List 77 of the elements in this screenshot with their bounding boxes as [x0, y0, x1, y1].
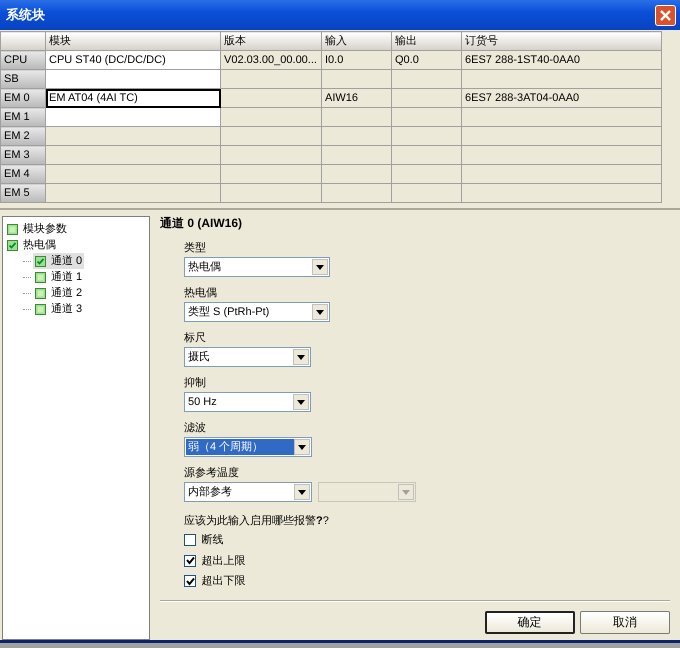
caret-icon [316, 264, 324, 270]
column-header: 版本 [220, 32, 322, 50]
table-cell [322, 126, 392, 146]
field-label: 源参考温度 [184, 466, 240, 480]
column-header: 模块 [46, 32, 220, 50]
row-header: CPU [0, 50, 46, 70]
table-cell[interactable]: CPU ST40 (DC/DC/DC) [46, 50, 220, 70]
window-title: 系统块 [6, 6, 45, 24]
caret-icon [297, 354, 305, 360]
table-cell[interactable] [46, 108, 220, 126]
table-cell[interactable] [46, 146, 220, 164]
dropdown[interactable]: 类型 S (PtRh-Pt) [184, 302, 330, 322]
tree-item[interactable]: 通道 3 [33, 301, 84, 317]
row-header: EM 3 [0, 146, 46, 164]
table-cell: AIW16 [322, 88, 392, 108]
dropdown[interactable]: 内部参考 [184, 482, 312, 502]
table-cell [322, 184, 392, 202]
field-label: 抑制 [184, 376, 207, 390]
table-cell[interactable] [46, 70, 220, 88]
table-cell: Q0.0 [392, 50, 462, 70]
tree-item[interactable]: 通道 2 [33, 285, 84, 301]
table-cell[interactable] [46, 184, 220, 202]
row-header: EM 1 [0, 108, 46, 126]
checkbox[interactable]: 断线 [184, 532, 224, 548]
dropdown[interactable]: 50 Hz [184, 392, 311, 412]
row-header: EM 4 [0, 164, 46, 184]
column-header: 输入 [322, 32, 392, 50]
table-cell [322, 70, 392, 88]
field-label: 类型 [184, 241, 207, 255]
table-cell [392, 126, 462, 146]
table-cell: V02.03.00_00.00... [220, 50, 322, 70]
checkbox[interactable]: 超出上限 [184, 552, 246, 569]
column-header: 输出 [392, 32, 462, 50]
dropdown[interactable]: 热电偶 [184, 257, 330, 277]
tree-item[interactable]: 模块参数 [5, 221, 69, 237]
row-header: EM 0 [0, 88, 46, 108]
tree-item[interactable]: 通道 0 [33, 253, 84, 269]
table-cell [392, 164, 462, 184]
table-cell[interactable] [46, 164, 220, 184]
checkmark-icon [186, 556, 194, 566]
section-heading: 通道 0 (AIW16) [160, 215, 244, 232]
table-cell[interactable]: EM AT04 (4AI TC) [46, 88, 220, 108]
table-cell [392, 70, 462, 88]
dropdown[interactable]: 摄氏 [184, 347, 311, 367]
table-cell [392, 88, 462, 108]
field-label: 标尺 [184, 331, 207, 345]
table-cell [322, 108, 392, 126]
tree-item[interactable]: 热电偶 [5, 237, 58, 253]
caret-icon [298, 444, 306, 450]
column-header: 订货号 [462, 32, 662, 50]
table-cell [392, 184, 462, 202]
button[interactable]: 取消 [580, 610, 670, 634]
table-cell: I0.0 [322, 50, 392, 70]
row-header: EM 5 [0, 184, 46, 202]
field-label: 热电偶 [184, 286, 218, 300]
table-cell: 6ES7 288-3AT04-0AA0 [462, 88, 662, 108]
table-cell [322, 146, 392, 164]
table-cell [392, 108, 462, 126]
row-header: SB [0, 70, 46, 88]
caret-icon [297, 400, 305, 404]
tree-item[interactable]: 通道 1 [33, 269, 84, 285]
caret-icon [316, 310, 324, 314]
table-cell[interactable] [46, 126, 220, 146]
checkmark-icon [186, 576, 194, 586]
question-text: 应该为此输入启用哪些报警?? [184, 514, 330, 528]
row-header: EM 2 [0, 126, 46, 146]
checkbox[interactable]: 超出下限 [184, 573, 246, 590]
dropdown[interactable]: 弱（4 个周期） [184, 437, 312, 457]
table-cell [322, 164, 392, 184]
close-icon [659, 8, 672, 22]
caret-icon [298, 490, 306, 494]
caret-icon [402, 490, 410, 494]
close-button[interactable] [655, 4, 676, 26]
button[interactable]: 确定 [484, 610, 574, 634]
field-label: 滤波 [184, 421, 207, 435]
table-cell: 6ES7 288-1ST40-0AA0 [462, 50, 662, 70]
table-cell [392, 146, 462, 164]
